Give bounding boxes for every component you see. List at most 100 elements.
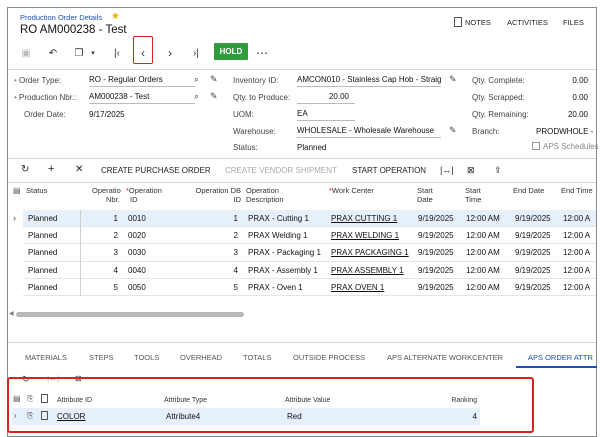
col-header-start-date[interactable]: Start Date	[417, 186, 433, 204]
production-nbr-field[interactable]: AM000238 - Test	[89, 91, 195, 104]
col-header-operation-nbr[interactable]: Operatio Nbr.	[92, 186, 121, 204]
start-date-cell: 9/19/2025	[418, 248, 454, 258]
more-menu-icon[interactable]: ⋯	[255, 46, 269, 60]
search-icon[interactable]: ⌕	[194, 91, 199, 102]
add-row-icon[interactable]: +	[48, 163, 54, 175]
status-field: Planned	[297, 143, 327, 152]
operation-nbr-cell: 5	[113, 282, 118, 292]
start-operation-button[interactable]: START OPERATION	[352, 166, 426, 175]
scroll-left-icon[interactable]: ◀	[9, 310, 14, 317]
tab-outside-process[interactable]: OUTSIDE PROCESS	[293, 353, 365, 362]
order-type-field[interactable]: RO - Regular Orders	[89, 74, 195, 87]
favorite-star-icon[interactable]: ★	[111, 11, 120, 22]
previous-record-icon[interactable]: ‹	[136, 46, 150, 60]
undo-icon[interactable]: ↶	[46, 46, 60, 60]
divider	[8, 342, 596, 343]
operation-description-cell: PRAX - Oven 1	[248, 282, 303, 292]
col-header-operation-description[interactable]: Operation Description	[246, 186, 284, 204]
copy-icon[interactable]: ❐	[72, 46, 86, 60]
inventory-id-field[interactable]: AMCON010 - Stainless Cap Hob - Straight	[297, 74, 441, 87]
end-time-cell: 12:00 A	[563, 231, 591, 241]
edit-icon[interactable]: ✎	[449, 74, 457, 85]
col-header-end-date[interactable]: End Date	[513, 186, 544, 195]
operation-db-id-cell: 5	[233, 282, 238, 292]
work-center-cell[interactable]: PRAX WELDING 1	[331, 231, 399, 240]
create-vendor-shipment-button[interactable]: CREATE VENDOR SHIPMENT	[225, 166, 337, 175]
uom-label: UOM:	[233, 110, 254, 119]
delete-row-icon[interactable]: ✕	[75, 164, 83, 175]
col-header-work-center[interactable]: *Work Center	[329, 186, 374, 195]
save-icon[interactable]: ▣	[19, 46, 33, 60]
refresh-icon[interactable]: ↻	[21, 164, 29, 175]
search-icon[interactable]: ⌕	[194, 74, 199, 85]
tab-aps-alternate-workcenter[interactable]: APS ALTERNATE WORKCENTER	[387, 353, 503, 362]
operation-description-cell: PRAX - Packaging 1	[248, 248, 321, 258]
inventory-id-label: Inventory ID:	[233, 76, 279, 85]
status-column-border	[80, 210, 81, 296]
first-record-icon[interactable]: |‹	[110, 46, 124, 60]
operation-description-cell: PRAX Welding 1	[248, 231, 308, 241]
work-center-cell[interactable]: PRAX ASSEMBLY 1	[331, 266, 404, 275]
grid-settings-icon[interactable]: ▤	[13, 186, 21, 195]
start-time-cell: 12:00 AM	[466, 282, 500, 292]
divider	[8, 69, 596, 70]
operation-db-id-cell: 4	[233, 265, 238, 275]
col-header-end-time[interactable]: End Time	[561, 186, 593, 195]
branch-field[interactable]: PRODWHOLE -	[536, 127, 593, 136]
tab-steps[interactable]: STEPS	[89, 353, 114, 362]
qty-complete-label: Qty. Complete:	[472, 76, 525, 85]
end-date-cell: 9/19/2025	[515, 248, 551, 258]
order-date-field[interactable]: 9/17/2025	[89, 110, 125, 119]
tab-tools[interactable]: TOOLS	[134, 353, 159, 362]
col-header-start-time[interactable]: Start Time	[465, 186, 481, 204]
status-cell: Planned	[28, 265, 58, 275]
uom-field[interactable]: EA	[297, 108, 355, 121]
edit-icon[interactable]: ✎	[210, 91, 218, 102]
tab-totals[interactable]: TOTALS	[243, 353, 271, 362]
notes-icon[interactable]	[454, 17, 462, 27]
chevron-down-icon[interactable]: ▾	[86, 46, 100, 60]
breadcrumb[interactable]: Production Order Details	[20, 13, 102, 22]
tab-aps-order-attr[interactable]: APS ORDER ATTR	[528, 353, 593, 362]
end-date-cell: 9/19/2025	[515, 265, 551, 275]
hold-button[interactable]: HOLD	[214, 43, 248, 60]
col-header-status[interactable]: Status	[26, 186, 47, 195]
create-purchase-order-button[interactable]: CREATE PURCHASE ORDER	[101, 166, 211, 175]
qty-to-produce-field[interactable]: 20.00	[297, 91, 355, 104]
edit-icon[interactable]: ✎	[449, 125, 457, 136]
start-time-cell: 12:00 AM	[466, 214, 500, 223]
operation-id-cell: 0050	[128, 282, 146, 292]
col-header-operation-id[interactable]: *Operation ID	[126, 186, 162, 204]
work-center-cell[interactable]: PRAX PACKAGING 1	[331, 248, 409, 257]
files-button[interactable]: FILES	[563, 18, 584, 27]
upload-icon[interactable]: ⇪	[494, 165, 502, 176]
next-record-icon[interactable]: ›	[163, 46, 177, 60]
end-date-cell: 9/19/2025	[515, 214, 551, 223]
fit-columns-icon[interactable]: |↔|	[440, 165, 454, 175]
operation-db-id-cell: 2	[233, 231, 238, 241]
edit-icon[interactable]: ✎	[210, 74, 218, 85]
start-time-cell: 12:00 AM	[466, 231, 500, 241]
col-header-operation-db-id[interactable]: Operation DB ID	[193, 186, 241, 204]
activities-button[interactable]: ACTIVITIES	[507, 18, 548, 27]
operation-nbr-cell: 2	[113, 231, 118, 241]
work-center-cell[interactable]: PRAX CUTTING 1	[331, 214, 397, 223]
divider	[8, 158, 596, 159]
start-time-cell: 12:00 AM	[466, 265, 500, 275]
notes-button[interactable]: NOTES	[465, 18, 491, 27]
order-type-label: • Order Type:	[14, 76, 62, 85]
row-expand-icon[interactable]: ›	[13, 213, 16, 223]
last-record-icon[interactable]: ›|	[189, 46, 203, 60]
branch-label: Branch:	[472, 127, 500, 136]
warehouse-field[interactable]: WHOLESALE - Wholesale Warehouse	[297, 125, 441, 138]
order-date-label: Order Date:	[24, 110, 66, 119]
operation-description-cell: PRAX - Cutting 1	[248, 214, 309, 223]
active-tab-indicator	[516, 366, 597, 368]
aps-schedules-checkbox[interactable]	[532, 142, 540, 150]
work-center-cell[interactable]: PRAX OVEN 1	[331, 283, 384, 292]
horizontal-scrollbar[interactable]	[16, 312, 244, 317]
tab-materials[interactable]: MATERIALS	[25, 353, 67, 362]
end-time-cell: 12:00 A	[563, 248, 591, 258]
tab-overhead[interactable]: OVERHEAD	[180, 353, 222, 362]
export-excel-icon[interactable]: ⊠	[467, 165, 475, 176]
